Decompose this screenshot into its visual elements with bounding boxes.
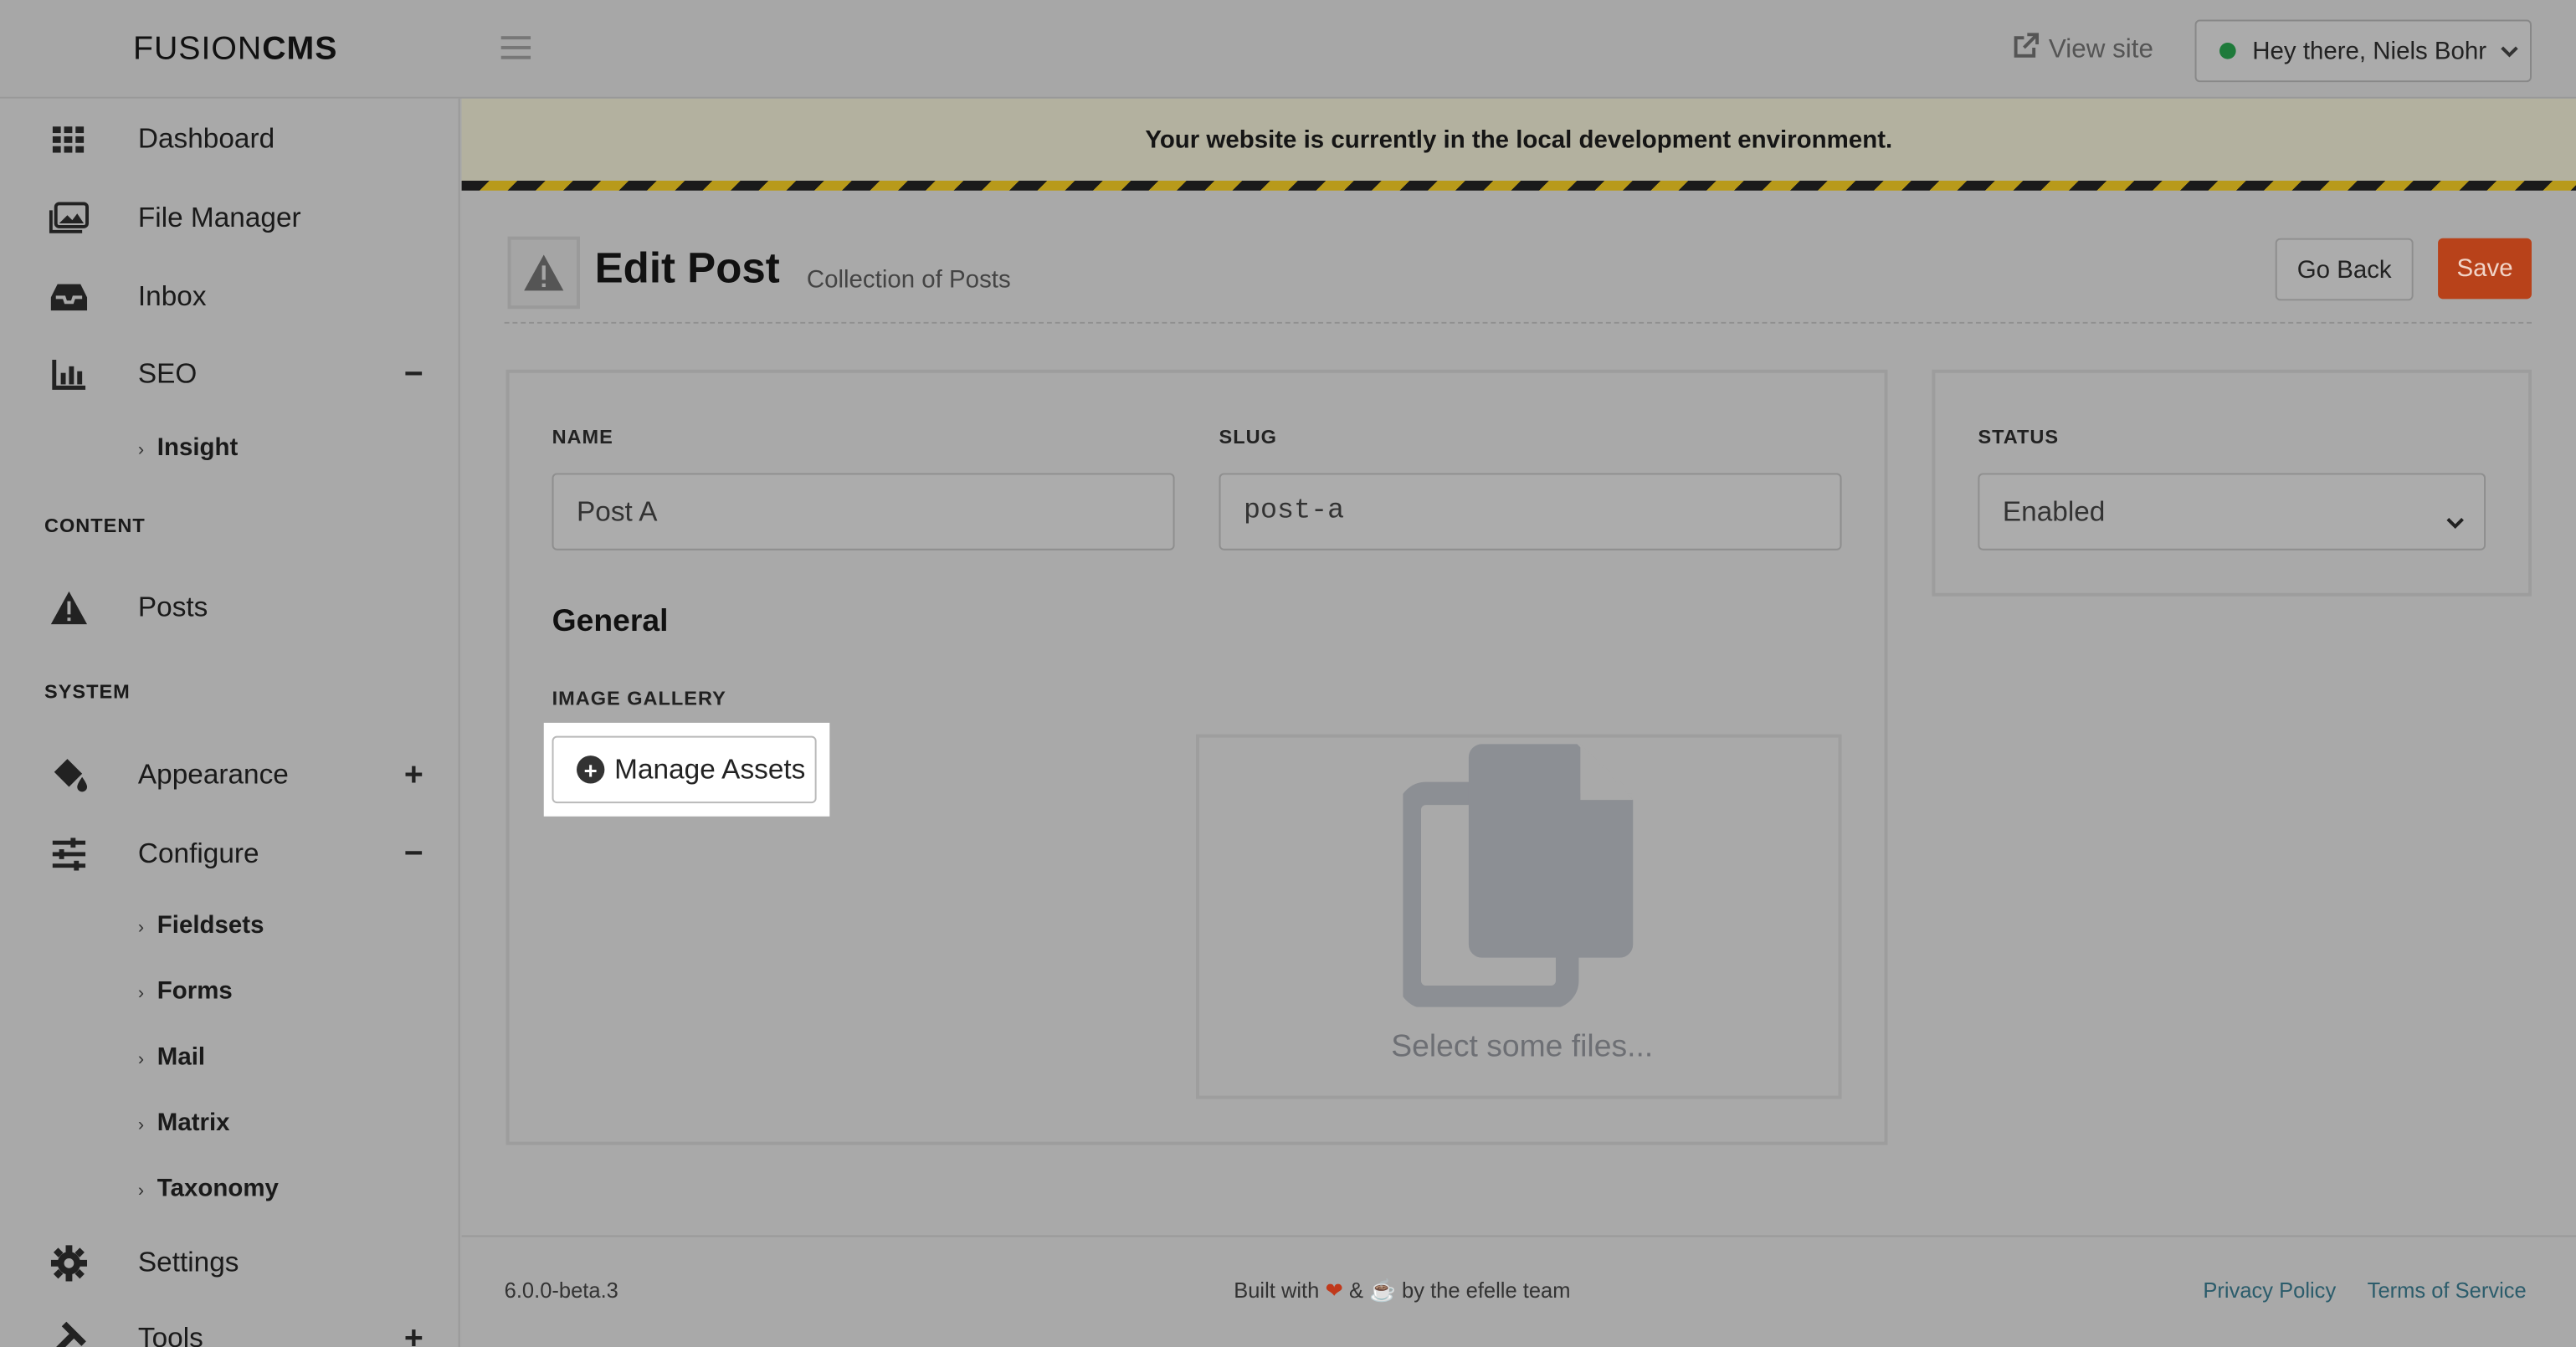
chevron-right-icon: ›	[137, 1115, 145, 1135]
expand-icon[interactable]: +	[404, 1320, 423, 1347]
view-site-link[interactable]: View site	[2013, 33, 2153, 67]
online-status-icon	[2219, 43, 2236, 59]
user-menu-button[interactable]: Hey there, Niels Bohr	[2194, 19, 2532, 83]
collapse-icon[interactable]: −	[404, 835, 423, 873]
chevron-right-icon: ›	[137, 440, 145, 460]
expand-icon[interactable]: +	[404, 756, 423, 794]
sidebar-subitem-forms[interactable]: › Forms	[138, 977, 233, 1005]
sidebar-item-configure[interactable]: Configure −	[0, 822, 460, 888]
menu-toggle-icon[interactable]	[500, 36, 531, 62]
gear-icon	[49, 1243, 89, 1283]
warning-stripes	[461, 180, 2576, 191]
heart-icon: ❤	[1325, 1278, 1343, 1303]
sidebar-subitem-mail[interactable]: › Mail	[138, 1043, 205, 1071]
chevron-right-icon: ›	[137, 1049, 145, 1070]
chevron-right-icon: ›	[137, 984, 145, 1004]
go-back-button[interactable]: Go Back	[2275, 238, 2414, 301]
plus-circle-icon: +	[577, 755, 605, 784]
page-subtitle: Collection of Posts	[806, 266, 1011, 294]
app-window: FUSIONCMS View site Hey there, Niels Boh…	[0, 0, 2576, 1347]
chevron-down-icon	[2446, 504, 2465, 537]
copy-files-icon	[1398, 738, 1640, 1016]
status-label: STATUS	[1978, 425, 2060, 449]
sidebar-subitem-matrix[interactable]: › Matrix	[138, 1109, 230, 1136]
inbox-icon	[49, 278, 89, 317]
slug-field[interactable]: post-a	[1219, 473, 1842, 551]
status-select[interactable]: Enabled	[1978, 473, 2486, 551]
version-text: 6.0.0-beta.3	[504, 1278, 618, 1303]
chart-bar-icon	[49, 355, 89, 394]
divider	[504, 321, 2532, 324]
collapse-icon[interactable]: −	[404, 356, 423, 393]
images-icon	[49, 199, 90, 238]
section-header-content: CONTENT	[44, 514, 146, 538]
sidebar-item-inbox[interactable]: Inbox	[0, 264, 460, 330]
coffee-icon: ☕	[1369, 1278, 1396, 1303]
save-button[interactable]: Save	[2438, 238, 2532, 300]
top-bar: FUSIONCMS View site Hey there, Niels Boh…	[0, 0, 2576, 99]
chevron-down-icon	[2500, 39, 2518, 62]
sidebar-item-seo[interactable]: SEO −	[0, 341, 460, 407]
sidebar-item-appearance[interactable]: Appearance +	[0, 742, 460, 808]
tools-icon	[49, 1319, 89, 1347]
section-heading-general: General	[552, 604, 669, 639]
sidebar-subitem-fieldsets[interactable]: › Fieldsets	[138, 912, 264, 940]
environment-banner: Your website is currently in the local d…	[461, 98, 2576, 182]
warning-icon	[507, 236, 580, 310]
file-dropzone[interactable]: Select some files...	[1196, 734, 1842, 1099]
privacy-policy-link[interactable]: Privacy Policy	[2203, 1278, 2336, 1303]
section-header-system: SYSTEM	[44, 679, 131, 704]
sidebar: Dashboard File Manager Inbox SEO − › Insi…	[0, 98, 460, 1347]
name-field[interactable]: Post A	[552, 473, 1175, 551]
warning-icon	[49, 588, 89, 627]
page-title: Edit Post	[594, 243, 780, 293]
image-gallery-label: IMAGE GALLERY	[552, 686, 726, 710]
sidebar-subitem-taxonomy[interactable]: › Taxonomy	[138, 1175, 279, 1202]
slug-label: SLUG	[1219, 425, 1277, 449]
user-greeting: Hey there, Niels Bohr	[2252, 37, 2487, 65]
sidebar-item-file-manager[interactable]: File Manager	[0, 186, 460, 252]
sidebar-item-tools[interactable]: Tools +	[0, 1306, 460, 1347]
name-label: NAME	[552, 425, 613, 449]
dropzone-text: Select some files...	[1391, 1030, 1654, 1065]
terms-of-service-link[interactable]: Terms of Service	[2368, 1278, 2527, 1303]
chevron-right-icon: ›	[137, 918, 145, 939]
manage-assets-button[interactable]: + Manage Assets	[552, 735, 817, 804]
external-link-icon	[2013, 33, 2040, 67]
chevron-right-icon: ›	[137, 1181, 145, 1201]
sliders-icon	[49, 834, 89, 873]
sidebar-subitem-insight[interactable]: › Insight	[138, 433, 238, 461]
sidebar-item-settings[interactable]: Settings	[0, 1231, 460, 1297]
app-logo[interactable]: FUSIONCMS	[133, 31, 337, 69]
grid-icon	[49, 120, 89, 159]
built-with-text: Built with ❤ & ☕ by the efelle team	[1234, 1278, 1571, 1303]
footer-divider	[461, 1235, 2576, 1237]
sidebar-item-dashboard[interactable]: Dashboard	[0, 107, 460, 173]
paint-bucket-icon	[49, 755, 89, 795]
sidebar-item-posts[interactable]: Posts	[0, 575, 460, 641]
